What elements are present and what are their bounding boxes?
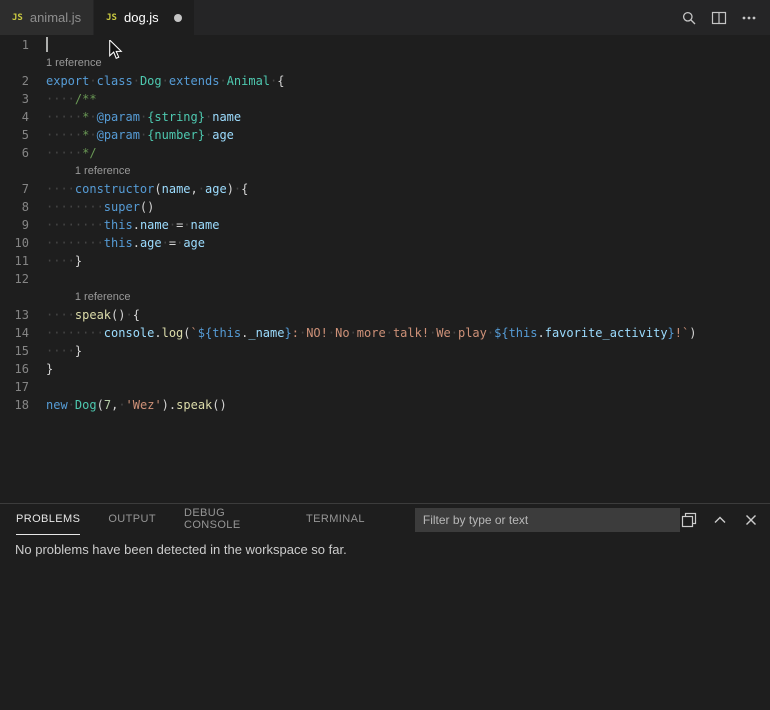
codelens-reference[interactable]: 1 reference [46, 54, 102, 72]
code-line-content[interactable]: ····} [46, 252, 82, 270]
line-number: 5 [0, 126, 46, 144]
line-number: 15 [0, 342, 46, 360]
code-line: 6·····*/ [0, 144, 770, 162]
code-line: 10········this.age·=·age [0, 234, 770, 252]
code-line-content[interactable]: ·····*·@param·{string}·name [46, 108, 241, 126]
codelens-row: 1 reference [0, 54, 770, 72]
editor-tab-bar: JS animal.js JS dog.js [0, 0, 770, 35]
line-number: 1 [0, 36, 46, 54]
line-number: 16 [0, 360, 46, 378]
tab-debug-console[interactable]: DEBUG CONSOLE [184, 504, 278, 535]
line-number [0, 54, 46, 72]
tab-animal-js[interactable]: JS animal.js [0, 0, 94, 35]
text-caret [46, 37, 48, 52]
bottom-panel: PROBLEMS OUTPUT DEBUG CONSOLE TERMINAL [0, 503, 770, 710]
code-line: 5·····*·@param·{number}·age [0, 126, 770, 144]
line-number: 17 [0, 378, 46, 396]
code-line-content[interactable]: ········super() [46, 198, 154, 216]
code-line: 17 [0, 378, 770, 396]
line-number: 18 [0, 396, 46, 414]
problems-filter-input[interactable] [415, 508, 680, 532]
modified-indicator-dot[interactable] [174, 14, 182, 22]
tab-output[interactable]: OUTPUT [108, 504, 156, 535]
codelens-reference[interactable]: 1 reference [46, 288, 131, 306]
code-line: 8········super() [0, 198, 770, 216]
tab-terminal[interactable]: TERMINAL [306, 504, 365, 535]
line-number [0, 288, 46, 306]
line-number: 6 [0, 144, 46, 162]
line-number: 7 [0, 180, 46, 198]
line-number: 4 [0, 108, 46, 126]
code-line-content[interactable]: ·····*/ [46, 144, 97, 162]
code-line: 2export·class·Dog·extends·Animal·{ [0, 72, 770, 90]
line-number [0, 162, 46, 180]
code-line: 4·····*·@param·{string}·name [0, 108, 770, 126]
code-line: 9········this.name·=·name [0, 216, 770, 234]
codelens-row: 1 reference [0, 162, 770, 180]
code-line: 11····} [0, 252, 770, 270]
problems-panel-body: No problems have been detected in the wo… [0, 535, 770, 564]
line-number: 12 [0, 270, 46, 288]
code-line-content[interactable]: export·class·Dog·extends·Animal·{ [46, 72, 285, 90]
tab-label: animal.js [30, 10, 81, 25]
search-icon[interactable] [680, 9, 698, 27]
code-line-content[interactable]: ····speak()·{ [46, 306, 140, 324]
code-line: 1 [0, 36, 770, 54]
code-line-content[interactable]: ····} [46, 342, 82, 360]
code-line: 7····constructor(name,·age)·{ [0, 180, 770, 198]
code-line: 3····/** [0, 90, 770, 108]
line-number: 3 [0, 90, 46, 108]
code-line: 16} [0, 360, 770, 378]
javascript-file-icon: JS [106, 13, 117, 23]
split-editor-icon[interactable] [710, 9, 728, 27]
code-line-content[interactable]: ········console.log(`${this._name}:·NO!·… [46, 324, 696, 342]
code-line-content[interactable]: ····/** [46, 90, 97, 108]
line-number: 13 [0, 306, 46, 324]
chevron-up-icon[interactable] [711, 511, 729, 529]
panel-header: PROBLEMS OUTPUT DEBUG CONSOLE TERMINAL [0, 504, 770, 535]
code-line: 14········console.log(`${this._name}:·NO… [0, 324, 770, 342]
code-line-content[interactable]: ·····*·@param·{number}·age [46, 126, 234, 144]
code-line: 18new·Dog(7,·'Wez').speak() [0, 396, 770, 414]
code-line-content[interactable]: ········this.age·=·age [46, 234, 205, 252]
tab-label: dog.js [124, 10, 159, 25]
code-line-content[interactable]: new·Dog(7,·'Wez').speak() [46, 396, 227, 414]
codelens-row: 1 reference [0, 288, 770, 306]
code-editor[interactable]: 11 reference2export·class·Dog·extends·An… [0, 35, 770, 503]
codelens-reference[interactable]: 1 reference [46, 162, 131, 180]
panel-actions [680, 511, 760, 529]
code-rows: 11 reference2export·class·Dog·extends·An… [0, 36, 770, 414]
line-number: 8 [0, 198, 46, 216]
javascript-file-icon: JS [12, 13, 23, 23]
vscode-window: JS animal.js JS dog.js [0, 0, 770, 710]
line-number: 2 [0, 72, 46, 90]
more-actions-icon[interactable] [740, 9, 758, 27]
line-number: 14 [0, 324, 46, 342]
collapse-all-icon[interactable] [680, 511, 698, 529]
line-number: 10 [0, 234, 46, 252]
code-line-content[interactable]: ········this.name·=·name [46, 216, 219, 234]
line-number: 9 [0, 216, 46, 234]
close-icon[interactable] [742, 511, 760, 529]
code-line: 15····} [0, 342, 770, 360]
code-line: 12 [0, 270, 770, 288]
tab-problems[interactable]: PROBLEMS [16, 504, 80, 535]
code-line-content[interactable]: } [46, 360, 53, 378]
tab-dog-js[interactable]: JS dog.js [94, 0, 194, 35]
problems-message: No problems have been detected in the wo… [15, 542, 755, 557]
line-number: 11 [0, 252, 46, 270]
editor-actions [680, 0, 770, 35]
code-line-content[interactable]: ····constructor(name,·age)·{ [46, 180, 248, 198]
code-line: 13····speak()·{ [0, 306, 770, 324]
